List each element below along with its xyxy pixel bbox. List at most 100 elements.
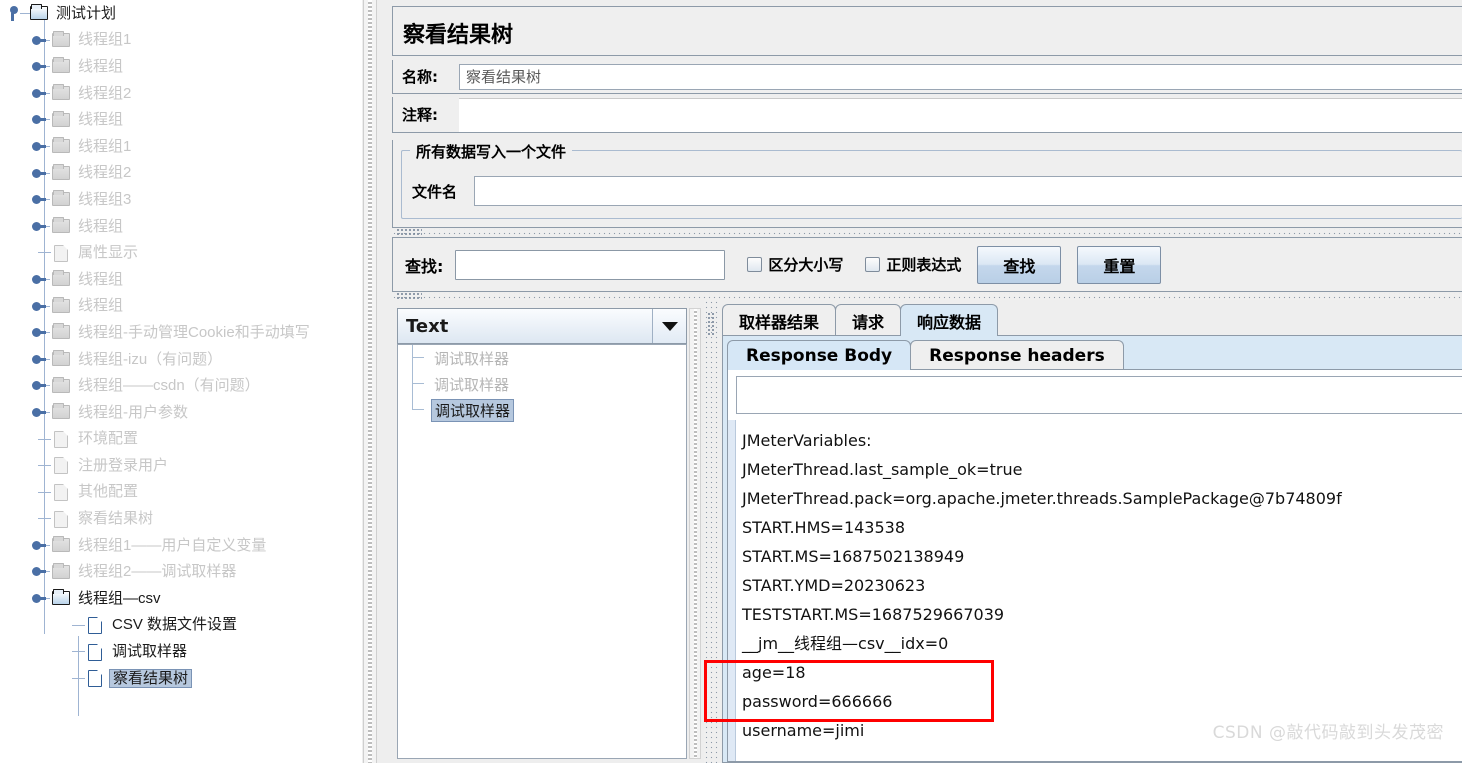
folder-icon bbox=[50, 30, 72, 50]
tree-expand-handle-icon[interactable] bbox=[28, 266, 50, 293]
tree-node[interactable]: 线程组2——调试取样器 bbox=[0, 558, 362, 585]
regex-checkbox[interactable]: 正则表达式 bbox=[865, 254, 961, 275]
tree-expand-handle-icon[interactable] bbox=[28, 319, 50, 346]
sampler-list-item[interactable]: 调试取样器 bbox=[398, 345, 686, 371]
sampler-list-scrollbar[interactable] bbox=[689, 308, 701, 759]
panel-drag-divider-bottom[interactable] bbox=[392, 292, 1462, 300]
renderer-dropdown[interactable]: Text bbox=[397, 308, 687, 344]
tree-node[interactable]: 环境配置 bbox=[0, 426, 362, 453]
filename-input[interactable] bbox=[474, 176, 1462, 206]
tree-node[interactable]: 线程组2 bbox=[0, 160, 362, 187]
tree-node[interactable]: 线程组 bbox=[0, 266, 362, 293]
tree-node-label: 线程组1 bbox=[78, 137, 132, 155]
tree-node[interactable]: 属性显示 bbox=[0, 239, 362, 266]
response-line: START.YMD=20230623 bbox=[742, 576, 926, 595]
sampler-list-item[interactable]: 调试取样器 bbox=[398, 397, 686, 423]
page-title: 察看结果树 bbox=[403, 23, 514, 48]
main-horizontal-splitter[interactable] bbox=[378, 0, 386, 763]
response-search-input[interactable] bbox=[736, 376, 1462, 414]
response-body-panel: JMeterVariables: JMeterThread.last_sample… bbox=[727, 369, 1462, 762]
folder-icon bbox=[50, 56, 72, 76]
tree-expand-handle-icon[interactable] bbox=[28, 346, 50, 373]
tree-expand-handle-icon[interactable] bbox=[28, 53, 50, 80]
tree-expand-handle-icon[interactable] bbox=[28, 133, 50, 160]
tree-expand-handle-icon[interactable] bbox=[28, 160, 50, 187]
checkbox-box-icon[interactable] bbox=[747, 257, 763, 272]
main-tab-bar[interactable]: 取样器结果 请求 响应数据 bbox=[720, 300, 1462, 336]
response-vertical-scrollbar[interactable] bbox=[728, 420, 736, 761]
tab-response-body[interactable]: Response Body bbox=[727, 340, 912, 370]
tree-node-label: 线程组2 bbox=[78, 164, 132, 182]
response-sub-tab-bar[interactable]: Response Body Response headers bbox=[723, 336, 1462, 370]
chevron-down-icon[interactable] bbox=[652, 309, 686, 343]
sampler-list-item-label: 调试取样器 bbox=[434, 375, 510, 394]
tree-node[interactable]: 线程组-izu（有问题） bbox=[0, 346, 362, 373]
checkbox-box-icon[interactable] bbox=[865, 257, 881, 272]
sampler-list-item[interactable]: 调试取样器 bbox=[398, 371, 686, 397]
tree-expand-handle-icon[interactable] bbox=[28, 213, 50, 240]
reset-button[interactable]: 重置 bbox=[1077, 245, 1162, 284]
tree-expand-handle-icon[interactable] bbox=[6, 0, 30, 27]
tree-node-root[interactable]: 测试计划 bbox=[0, 0, 362, 27]
tree-node[interactable]: 察看结果树 bbox=[0, 505, 362, 532]
results-vertical-splitter[interactable] bbox=[704, 300, 720, 763]
tree-expand-handle-icon[interactable] bbox=[28, 27, 50, 54]
tree-node[interactable]: 线程组——csdn（有问题） bbox=[0, 372, 362, 399]
tree-node[interactable]: 线程组1 bbox=[0, 133, 362, 160]
response-line: START.MS=1687502138949 bbox=[742, 547, 965, 566]
tree-vertical-scrollbar[interactable] bbox=[363, 0, 377, 763]
tab-response-headers[interactable]: Response headers bbox=[910, 340, 1124, 370]
sampler-results-list[interactable]: 调试取样器 调试取样器 调试取样器 bbox=[397, 344, 687, 759]
tree-expand-handle-icon[interactable] bbox=[28, 106, 50, 133]
tree-expand-handle-icon[interactable] bbox=[28, 532, 50, 559]
tree-connector-line bbox=[412, 409, 424, 410]
tree-node[interactable]: 线程组1——用户自定义变量 bbox=[0, 532, 362, 559]
tree-expand-handle-icon[interactable] bbox=[28, 186, 50, 213]
tree-expand-handle-icon[interactable] bbox=[28, 558, 50, 585]
response-body-text[interactable]: JMeterVariables: JMeterThread.last_sample… bbox=[738, 420, 1462, 761]
tree-node-label: 环境配置 bbox=[78, 430, 139, 448]
comment-input[interactable] bbox=[459, 97, 1462, 132]
tree-node-label: 线程组 bbox=[78, 297, 124, 315]
tree-node[interactable]: 线程组-手动管理Cookie和手动填写 bbox=[0, 319, 362, 346]
tree-expand-handle-icon[interactable] bbox=[28, 399, 50, 426]
tree-node-label: 线程组 bbox=[78, 57, 124, 75]
folder-icon bbox=[50, 588, 72, 608]
tree-expand-handle-icon[interactable] bbox=[28, 372, 50, 399]
search-toolbar: 查找: 区分大小写 正则表达式 查找 重置 bbox=[392, 237, 1462, 292]
tree-child-node-label: 调试取样器 bbox=[112, 643, 188, 661]
tree-node-label: 线程组-用户参数 bbox=[78, 403, 188, 421]
tree-node[interactable]: 线程组1 bbox=[0, 27, 362, 54]
tree-expand-handle-icon[interactable] bbox=[28, 80, 50, 107]
tree-node[interactable]: 其他配置 bbox=[0, 479, 362, 506]
tree-node[interactable]: 线程组 bbox=[0, 213, 362, 240]
tree-expand-handle-icon[interactable] bbox=[28, 293, 50, 320]
tree-child-node[interactable]: CSV 数据文件设置 bbox=[0, 612, 362, 639]
tab-sampler-result[interactable]: 取样器结果 bbox=[722, 304, 837, 336]
tab-request[interactable]: 请求 bbox=[835, 304, 902, 336]
tree-node[interactable]: 线程组-用户参数 bbox=[0, 399, 362, 426]
response-line: START.HMS=143538 bbox=[742, 518, 906, 537]
tree-node[interactable]: 线程组3 bbox=[0, 186, 362, 213]
find-button[interactable]: 查找 bbox=[977, 245, 1062, 284]
tree-child-node[interactable]: 调试取样器 bbox=[0, 638, 362, 665]
tree-expand-handle-icon[interactable] bbox=[28, 585, 50, 612]
name-input[interactable]: 察看结果树 bbox=[459, 63, 1462, 90]
tree-node[interactable]: 注册登录用户 bbox=[0, 452, 362, 479]
folder-icon bbox=[50, 349, 72, 369]
tree-node-label: 测试计划 bbox=[56, 4, 117, 22]
tab-response-data[interactable]: 响应数据 bbox=[900, 304, 999, 336]
tree-node[interactable]: 线程组 bbox=[0, 293, 362, 320]
tree-node-label: 线程组1 bbox=[78, 31, 132, 49]
case-sensitive-checkbox[interactable]: 区分大小写 bbox=[747, 254, 843, 275]
panel-drag-divider-top[interactable] bbox=[392, 228, 1462, 236]
tree-child-node-label: CSV 数据文件设置 bbox=[112, 616, 238, 634]
tree-child-node[interactable]: 察看结果树 bbox=[0, 665, 362, 692]
test-plan-tree[interactable]: 测试计划 线程组1 线程组 线程组2 线程组 线程组1 线程组2 线程组3 线程组 属性显示 线程… bbox=[0, 0, 362, 763]
tree-node[interactable]: 线程组—csv bbox=[0, 585, 362, 612]
tree-node[interactable]: 线程组 bbox=[0, 53, 362, 80]
tree-node[interactable]: 线程组2 bbox=[0, 80, 362, 107]
tree-node[interactable]: 线程组 bbox=[0, 106, 362, 133]
search-input[interactable] bbox=[455, 249, 726, 280]
response-line: TESTSTART.MS=1687529667039 bbox=[742, 605, 1005, 624]
